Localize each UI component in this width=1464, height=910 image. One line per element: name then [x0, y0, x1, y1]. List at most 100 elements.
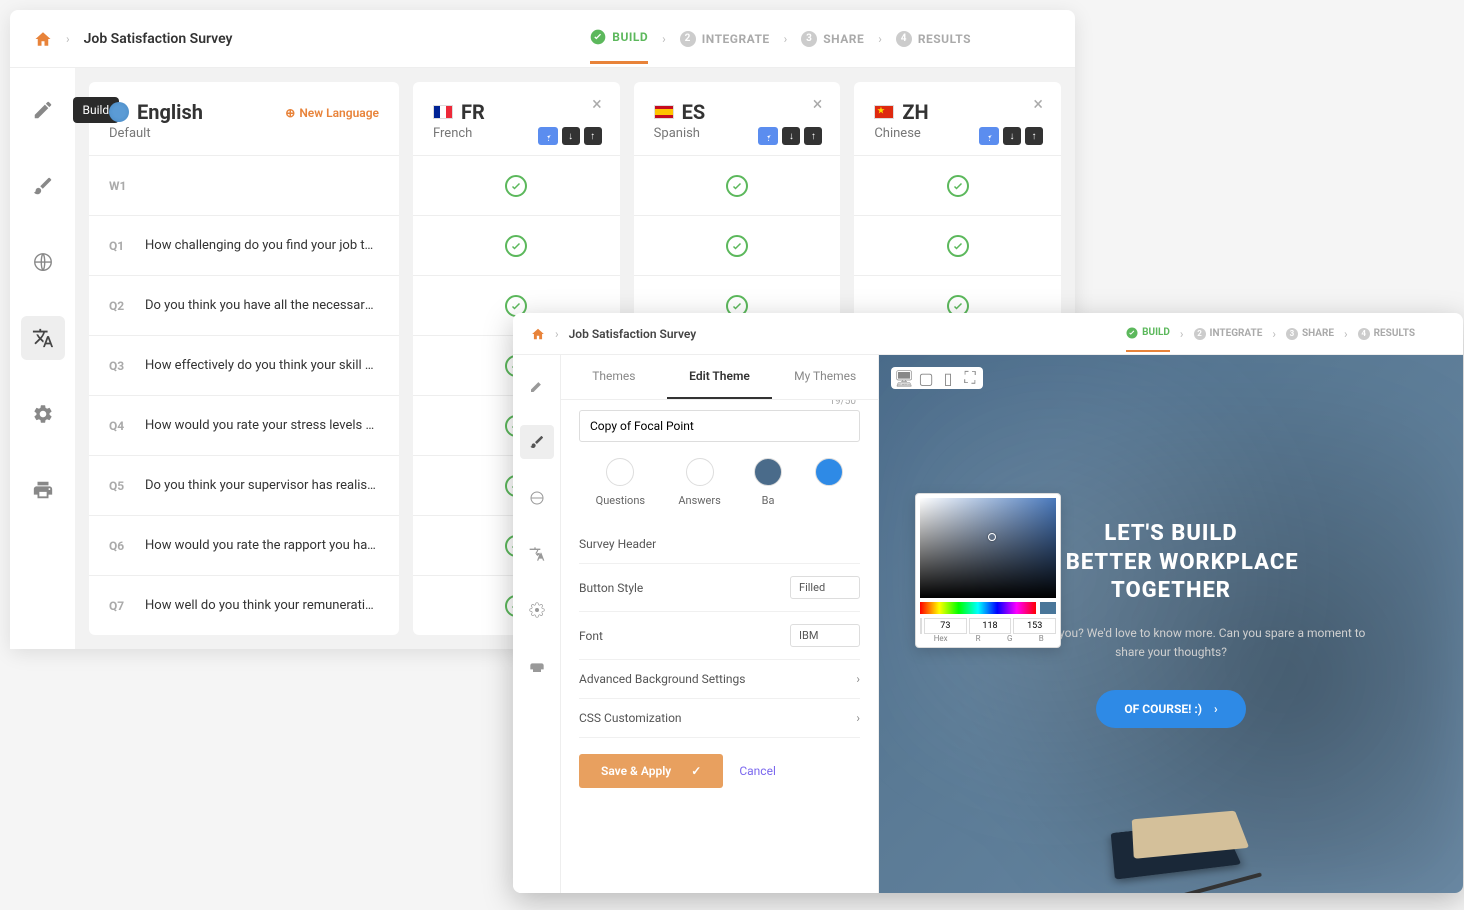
- b-input[interactable]: [1013, 618, 1056, 634]
- sidebar-print[interactable]: [21, 468, 65, 512]
- setting-css[interactable]: CSS Customization›: [579, 699, 860, 738]
- close-icon[interactable]: ×: [1033, 94, 1043, 115]
- translation-status-row[interactable]: [854, 215, 1061, 275]
- color-swatch[interactable]: Answers: [678, 458, 720, 507]
- new-language-button[interactable]: ⊕New Language: [285, 106, 379, 120]
- color-swatch[interactable]: Ba: [754, 458, 782, 507]
- w2-step-share[interactable]: 3SHARE: [1286, 328, 1334, 340]
- w2-sidebar-logic[interactable]: [520, 481, 554, 515]
- hex-input[interactable]: [920, 618, 922, 634]
- setting-survey-header[interactable]: Survey Header: [579, 525, 860, 564]
- download-button[interactable]: ↓: [562, 127, 580, 145]
- swatch-circle[interactable]: [606, 458, 634, 486]
- auto-translate-button[interactable]: [758, 127, 778, 145]
- hue-slider[interactable]: [920, 602, 1036, 614]
- question-row[interactable]: Q5Do you think your supervisor has reali…: [89, 455, 399, 515]
- preview-cta-button[interactable]: OF COURSE! :)›: [1096, 690, 1245, 728]
- step-label: SHARE: [823, 32, 864, 46]
- question-row[interactable]: Q2Do you think you have all the necessar…: [89, 275, 399, 335]
- step-integrate[interactable]: 2INTEGRATE: [680, 31, 770, 47]
- desktop-icon[interactable]: 🖥: [897, 371, 911, 385]
- color-preview-swatch: [1040, 602, 1056, 614]
- pencil-icon: [529, 378, 545, 394]
- r-input[interactable]: [924, 618, 967, 634]
- w2-step-integrate[interactable]: 2INTEGRATE: [1194, 328, 1263, 340]
- q-number: Q3: [109, 359, 131, 373]
- picker-saturation-area[interactable]: [920, 498, 1056, 598]
- font-select[interactable]: IBM: [790, 624, 860, 647]
- q-text: How would you rate the rapport you have …: [145, 538, 379, 553]
- fullscreen-icon[interactable]: ⛶: [963, 371, 977, 385]
- close-icon[interactable]: ×: [813, 94, 823, 115]
- lang-col-english: English Default ⊕New Language W1Q1How ch…: [89, 82, 399, 635]
- sidebar-build[interactable]: Build: [21, 88, 65, 132]
- lang-code: FR: [461, 100, 485, 124]
- tab-edit-theme[interactable]: Edit Theme: [667, 355, 773, 399]
- step-share[interactable]: 3SHARE: [801, 31, 864, 47]
- print-icon: [529, 658, 545, 674]
- theme-name-input[interactable]: [579, 410, 860, 442]
- w2-step-results[interactable]: 4RESULTS: [1358, 328, 1415, 340]
- translation-status-row[interactable]: [854, 155, 1061, 215]
- header-bar: › Job Satisfaction Survey BUILD › 2INTEG…: [10, 10, 1075, 68]
- sidebar-design[interactable]: [21, 164, 65, 208]
- save-apply-button[interactable]: Save & Apply✓: [579, 754, 723, 788]
- step-results[interactable]: 4RESULTS: [896, 31, 971, 47]
- setting-advanced-bg[interactable]: Advanced Background Settings›: [579, 660, 860, 699]
- check-icon: ✓: [691, 764, 701, 778]
- color-swatch[interactable]: [815, 458, 843, 507]
- w2-sidebar-translate[interactable]: [520, 537, 554, 571]
- tab-themes[interactable]: Themes: [561, 355, 667, 399]
- g-input[interactable]: [969, 618, 1012, 634]
- w2-sidebar-print[interactable]: [520, 649, 554, 683]
- home-icon[interactable]: [34, 30, 52, 48]
- color-picker[interactable]: Hex R G B: [915, 493, 1061, 648]
- w2-sidebar-build[interactable]: [520, 369, 554, 403]
- translation-status-row[interactable]: [413, 155, 620, 215]
- translation-status-row[interactable]: [634, 155, 841, 215]
- translation-status-row[interactable]: [634, 215, 841, 275]
- picker-cursor[interactable]: [988, 533, 996, 541]
- question-row[interactable]: Q3How effectively do you think your skil…: [89, 335, 399, 395]
- upload-button[interactable]: ↑: [584, 127, 602, 145]
- question-row[interactable]: Q1How challenging do you find your job t…: [89, 215, 399, 275]
- question-row[interactable]: Q6How would you rate the rapport you hav…: [89, 515, 399, 575]
- close-icon[interactable]: ×: [592, 94, 602, 115]
- swatch-circle[interactable]: [754, 458, 782, 486]
- auto-translate-button[interactable]: [979, 127, 999, 145]
- flag-zh-icon: [874, 105, 894, 119]
- upload-button[interactable]: ↑: [804, 127, 822, 145]
- sidebar-translate[interactable]: [21, 316, 65, 360]
- w2-sidebar-design[interactable]: [520, 425, 554, 459]
- step-build[interactable]: BUILD: [590, 29, 648, 64]
- translation-status-row[interactable]: [413, 215, 620, 275]
- flag-es-icon: [654, 105, 674, 119]
- cancel-link[interactable]: Cancel: [739, 764, 776, 778]
- lang-code: ZH: [902, 100, 928, 124]
- lang-name-label: English: [137, 100, 203, 124]
- tablet-icon[interactable]: ▢: [919, 371, 933, 385]
- download-button[interactable]: ↓: [1003, 127, 1021, 145]
- sidebar-settings[interactable]: [21, 392, 65, 436]
- w2-sidebar-settings[interactable]: [520, 593, 554, 627]
- question-row[interactable]: Q7How well do you think your remuneratio…: [89, 575, 399, 635]
- w2-header: › Job Satisfaction Survey BUILD › 2INTEG…: [513, 313, 1463, 355]
- upload-button[interactable]: ↑: [1025, 127, 1043, 145]
- sidebar-logic[interactable]: [21, 240, 65, 284]
- swatch-circle[interactable]: [686, 458, 714, 486]
- question-row[interactable]: W1: [89, 155, 399, 215]
- button-style-select[interactable]: Filled: [790, 576, 860, 599]
- check-circle-icon: [505, 235, 527, 257]
- question-row[interactable]: Q4How would you rate your stress levels …: [89, 395, 399, 455]
- swatch-circle[interactable]: [815, 458, 843, 486]
- q-number: Q2: [109, 299, 131, 313]
- color-swatch[interactable]: Questions: [596, 458, 645, 507]
- home-icon[interactable]: [531, 327, 545, 341]
- translate-icon: [32, 327, 54, 349]
- download-button[interactable]: ↓: [782, 127, 800, 145]
- mobile-icon[interactable]: ▯: [941, 371, 955, 385]
- tab-my-themes[interactable]: My Themes: [772, 355, 878, 399]
- chevron-right-icon: ›: [856, 672, 860, 686]
- auto-translate-button[interactable]: [538, 127, 558, 145]
- w2-step-build[interactable]: BUILD: [1126, 327, 1170, 352]
